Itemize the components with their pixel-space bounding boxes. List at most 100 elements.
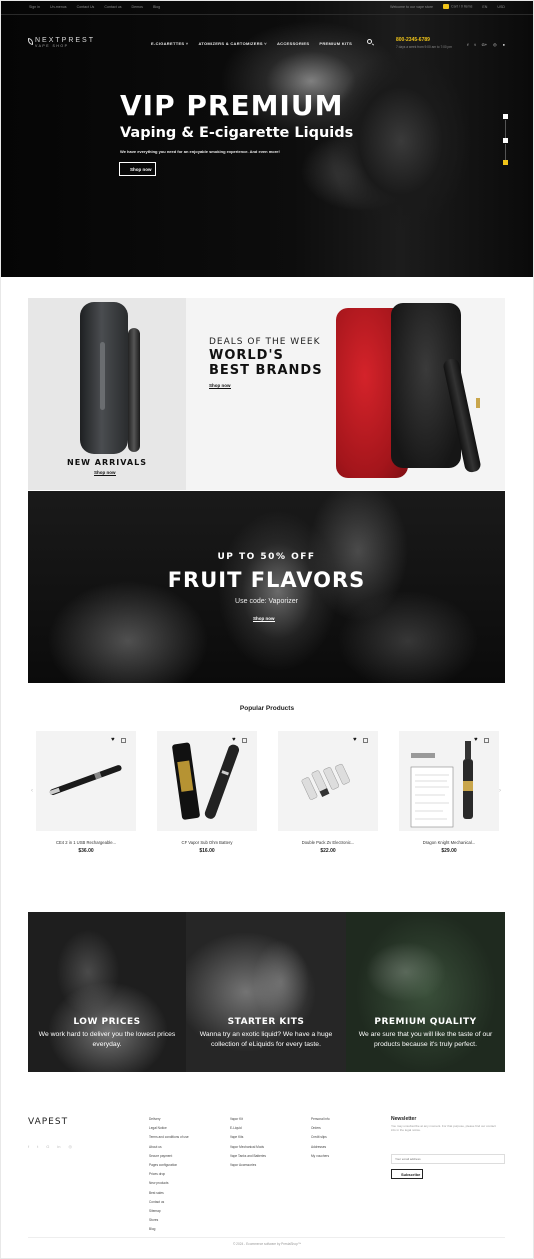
product-name[interactable]: Double Pack Zv Electronic... [278, 840, 378, 845]
footer-link[interactable]: My vouchers [311, 1152, 330, 1161]
footer-link[interactable]: Legal Notice [149, 1124, 189, 1133]
wishlist-heart-icon[interactable]: ♥ [353, 737, 357, 743]
top-link[interactable]: Blog [153, 5, 160, 9]
product-card[interactable]: ♥ CE4 2 in 1 USB Rechargeable... $36.00 [36, 731, 136, 854]
pinterest-icon[interactable]: ● [503, 42, 505, 47]
top-link[interactable]: Un-menus [50, 5, 67, 9]
fruit-flavors-banner[interactable]: UP TO 50% OFF FRUIT FLAVORS Use code: Va… [28, 491, 505, 683]
footer-link[interactable]: Vape Tanks and Batteries [230, 1152, 266, 1161]
site-logo[interactable]: NEXTPREST VAPE SHOP [28, 37, 95, 48]
nav-item-e-cigarettes[interactable]: E-CIGARETTES ˅ [151, 41, 188, 46]
deals-banner[interactable]: DEALS OF THE WEEK WORLD'S BEST BRANDS Sh… [186, 298, 505, 490]
twitter-icon[interactable]: t [37, 1144, 38, 1149]
new-arrivals-banner[interactable]: NEW ARRIVALS Shop now [28, 298, 186, 490]
facebook-icon[interactable]: f [28, 1144, 29, 1149]
slider-line [505, 144, 506, 160]
subscribe-button[interactable]: Subscribe [391, 1169, 423, 1179]
product-card[interactable]: ♥ Double Pack Zv Electronic... $22.00 [278, 731, 378, 854]
product-card[interactable]: ♥ CF Vapor Sub Ohm Battery $16.00 [157, 731, 257, 854]
footer-link[interactable]: Prices drop [149, 1170, 189, 1179]
product-name[interactable]: Dragon Knight Mechanical... [399, 840, 499, 845]
footer-link[interactable]: Blog [149, 1225, 189, 1234]
compare-icon[interactable] [363, 738, 368, 743]
footer-link[interactable]: Vapor Accessories [230, 1161, 266, 1170]
hero-shop-now-button[interactable]: Shop now [119, 162, 156, 176]
footer-link[interactable]: Vapor Mechanical Mods [230, 1143, 266, 1152]
facebook-icon[interactable]: f [467, 42, 468, 47]
fruit-shop-link[interactable]: Shop now [253, 616, 275, 622]
instagram-icon[interactable]: ◎ [69, 1144, 73, 1149]
carousel-next-icon[interactable]: › [499, 788, 501, 794]
google-icon[interactable]: G [46, 1144, 49, 1149]
footer-link[interactable]: Addresses [311, 1143, 330, 1152]
top-link[interactable]: Contact us [104, 5, 121, 9]
slider-dot[interactable] [503, 114, 508, 119]
nav-item-atomizers[interactable]: ATOMIZERS & CARTOMIZERS ˅ [198, 41, 267, 46]
footer-link[interactable]: Vapor Kit [230, 1115, 266, 1124]
footer-link[interactable]: Best sales [149, 1189, 189, 1198]
nav-item-premium-kits[interactable]: PREMIUM KITS [319, 41, 352, 46]
product-name[interactable]: CE4 2 in 1 USB Rechargeable... [36, 840, 136, 845]
footer-column-info: Delivery Legal Notice Terms and conditio… [149, 1115, 189, 1235]
newsletter-title: Newsletter [391, 1116, 417, 1122]
footer-link[interactable]: Terms and conditions of use [149, 1133, 189, 1142]
feature-premium-quality: PREMIUM QUALITY We are sure that you wil… [346, 912, 505, 1072]
top-link[interactable]: Demos [132, 5, 143, 9]
footer-link[interactable]: About us [149, 1143, 189, 1152]
wishlist-heart-icon[interactable]: ♥ [111, 737, 115, 743]
footer-link[interactable]: Delivery [149, 1115, 189, 1124]
product-image[interactable]: ♥ [399, 731, 499, 831]
product-price: $22.00 [320, 848, 336, 854]
product-card[interactable]: ♥ Dragon Knight Mechanical... $29.00 [399, 731, 499, 854]
language-selector[interactable]: EN [482, 5, 487, 9]
footer-column-products: Vapor Kit E-Liquid Vape Kits Vapor Mecha… [230, 1115, 266, 1170]
battery-tube-illustration [172, 742, 240, 820]
slider-dot[interactable] [503, 138, 508, 143]
cart-button[interactable]: Cart / 0 items [443, 4, 472, 9]
slider-dot-active[interactable] [503, 160, 508, 165]
leaf-icon [28, 38, 33, 45]
wishlist-heart-icon[interactable]: ♥ [232, 737, 236, 743]
footer-link[interactable]: Sitemap [149, 1207, 189, 1216]
new-arrivals-shop-link[interactable]: Shop now [94, 470, 116, 476]
footer-link[interactable]: Pages configuration [149, 1161, 189, 1170]
product-image[interactable]: ♥ [278, 731, 378, 831]
product-image[interactable]: ♥ [157, 731, 257, 831]
twitter-icon[interactable]: t [475, 42, 476, 47]
product-name[interactable]: CF Vapor Sub Ohm Battery [157, 840, 257, 845]
deals-shop-link[interactable]: Shop now [209, 383, 231, 389]
newsletter-text: You may unsubscribe at any moment. For t… [391, 1124, 496, 1133]
top-link[interactable]: Contact Us [77, 5, 95, 9]
google-plus-icon[interactable]: G+ [482, 42, 487, 47]
footer-link[interactable]: Vape Kits [230, 1133, 266, 1142]
compare-icon[interactable] [121, 738, 126, 743]
footer-link[interactable]: Secure payment [149, 1152, 189, 1161]
top-link[interactable]: Sign in [29, 5, 40, 9]
footer-link[interactable]: Orders [311, 1124, 330, 1133]
footer-link[interactable]: Personal info [311, 1115, 330, 1124]
footer-link[interactable]: New products [149, 1179, 189, 1188]
footer-logo[interactable]: VAPEST [28, 1117, 68, 1127]
linkedin-icon[interactable]: in [57, 1144, 60, 1149]
carousel-prev-icon[interactable]: ‹ [31, 788, 33, 794]
device-case-image [80, 302, 128, 454]
cart-label: Cart / 0 items [451, 4, 473, 9]
nav-item-accessories[interactable]: ACCESSORIES [277, 41, 309, 46]
newsletter-email-input[interactable] [391, 1154, 505, 1164]
compare-icon[interactable] [242, 738, 247, 743]
product-image[interactable]: ♥ [36, 731, 136, 831]
feature-title: PREMIUM QUALITY [374, 1017, 477, 1027]
footer-link[interactable]: Credit slips [311, 1133, 330, 1142]
phone-number: 800-2345-6789 [396, 37, 430, 43]
mod-kit-illustration [410, 741, 473, 828]
wishlist-heart-icon[interactable]: ♥ [474, 737, 478, 743]
footer-link[interactable]: Stores [149, 1216, 189, 1225]
search-icon[interactable] [367, 39, 372, 44]
footer-link[interactable]: Contact us [149, 1198, 189, 1207]
compare-icon[interactable] [484, 738, 489, 743]
currency-selector[interactable]: USD [497, 5, 505, 9]
footer-link[interactable]: E-Liquid [230, 1124, 266, 1133]
fruit-title: FRUIT FLAVORS [167, 568, 366, 592]
instagram-icon[interactable]: ◎ [493, 42, 497, 47]
top-bar-right: Welcome to our vape store Cart / 0 items… [390, 4, 505, 9]
